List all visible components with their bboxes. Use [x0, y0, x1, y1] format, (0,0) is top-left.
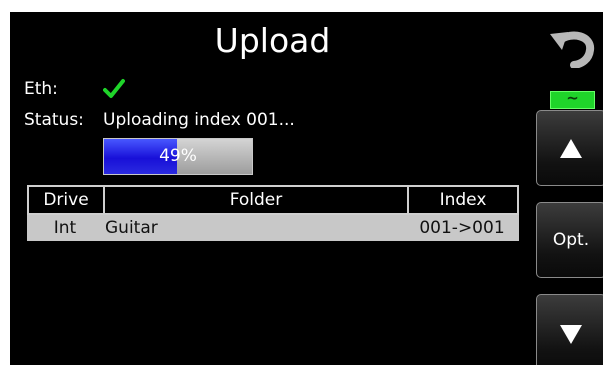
column-header-drive: Drive	[43, 190, 89, 210]
connection-indicator-icon: ~	[550, 89, 595, 109]
down-button[interactable]	[536, 294, 603, 365]
up-arrow-icon	[560, 139, 582, 158]
upload-table: Drive Folder Index Int Guitar 001->001	[27, 185, 519, 241]
eth-label: Eth:	[24, 79, 58, 99]
row-index: 001->001	[419, 218, 505, 238]
down-arrow-icon	[560, 325, 582, 344]
undo-icon[interactable]	[548, 28, 596, 68]
table-row[interactable]: Int Guitar 001->001	[27, 215, 519, 241]
row-drive: Int	[53, 218, 77, 238]
progress-percent: 49%	[159, 146, 197, 166]
up-button[interactable]	[536, 110, 603, 186]
row-folder: Guitar	[105, 218, 158, 238]
column-header-folder: Folder	[229, 190, 283, 210]
checkmark-icon	[103, 79, 125, 98]
options-button[interactable]: Opt.	[536, 202, 603, 278]
column-header-index: Index	[439, 190, 487, 210]
options-label: Opt.	[552, 230, 590, 250]
device-screen: Upload Eth: Status: Uploading index 001.…	[10, 12, 603, 365]
status-text: Uploading index 001...	[103, 110, 295, 130]
status-label: Status:	[24, 110, 84, 130]
page-title: Upload	[214, 21, 331, 60]
table-header: Drive Folder Index	[27, 185, 519, 215]
upload-progress-bar: 49%	[103, 138, 253, 175]
